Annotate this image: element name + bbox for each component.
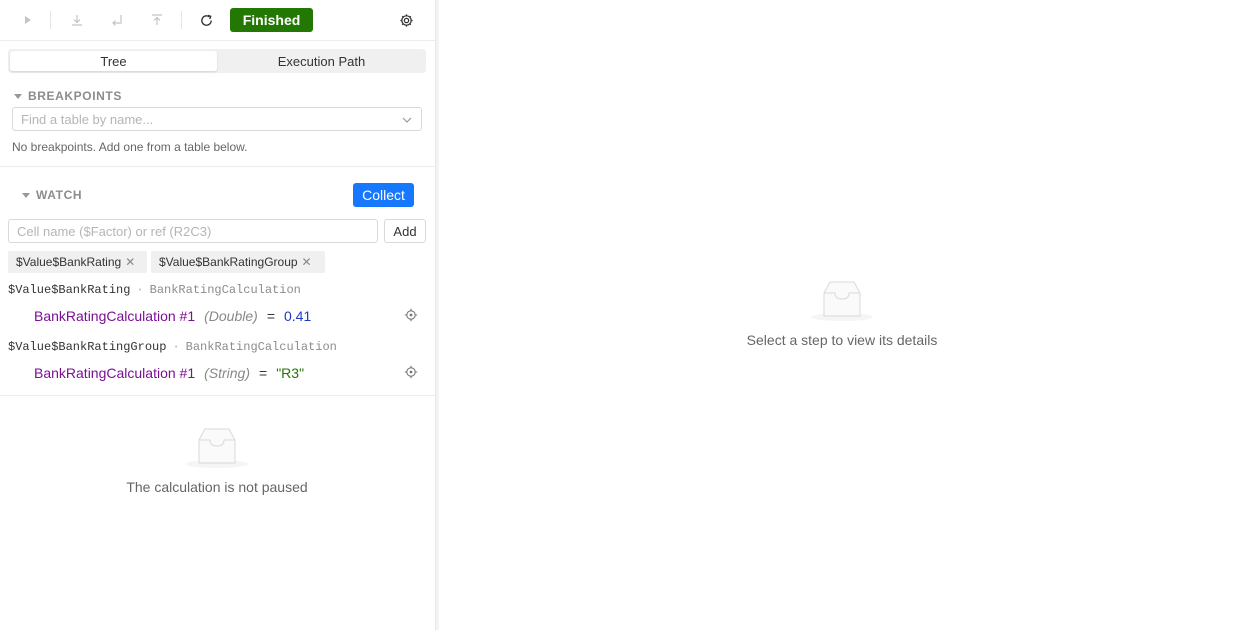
play-icon[interactable] <box>18 10 38 30</box>
details-empty-state: Select a step to view its details <box>712 279 972 348</box>
panel-resizer[interactable] <box>435 0 439 630</box>
watch-header[interactable]: WATCH <box>22 188 82 202</box>
watch-value: "R3" <box>276 365 305 381</box>
chevron-down-icon <box>401 114 413 129</box>
step-out-icon[interactable] <box>147 10 167 30</box>
tab-execution-path[interactable]: Execution Path <box>219 51 424 71</box>
table-search-select[interactable]: Find a table by name... <box>12 107 422 131</box>
watch-title: WATCH <box>36 188 83 202</box>
not-paused-text: The calculation is not paused <box>126 479 308 495</box>
watch-tag-label: $Value$BankRatingGroup <box>159 255 298 269</box>
caret-down-icon <box>14 93 22 99</box>
breakpoints-empty-hint: No breakpoints. Add one from a table bel… <box>12 140 248 154</box>
watch-tag: $Value$BankRatingGroup ✕ <box>151 251 325 273</box>
toolbar-separator <box>181 11 182 29</box>
refresh-icon[interactable] <box>196 10 216 30</box>
watch-item-value-row: BankRatingCalculation #1 (String) = "R3" <box>34 365 304 381</box>
watch-item-value-row: BankRatingCalculation #1 (Double) = 0.41 <box>34 308 311 324</box>
value-type: (Double) <box>204 308 258 324</box>
watch-value: 0.41 <box>284 308 312 324</box>
watch-item-name: $Value$BankRatingGroup · BankRatingCalcula… <box>8 340 337 354</box>
separator-dot: · <box>136 283 144 297</box>
watch-table-name: BankRatingCalculation <box>185 340 337 354</box>
watch-table-name: BankRatingCalculation <box>149 283 301 297</box>
value-type: (String) <box>204 365 251 381</box>
breakpoints-title: BREAKPOINTS <box>28 89 122 103</box>
watch-item-name: $Value$BankRating · BankRatingCalculation <box>8 283 301 297</box>
step-into-icon[interactable] <box>107 10 127 30</box>
collect-button[interactable]: Collect <box>353 183 414 207</box>
details-empty-text: Select a step to view its details <box>746 332 938 348</box>
table-search-placeholder: Find a table by name... <box>21 111 154 127</box>
debugger-panel: Finished Tree Execution Path BREAKPOINTS… <box>0 0 435 630</box>
separator-dot: · <box>172 340 180 354</box>
watch-cell-input[interactable] <box>8 219 378 243</box>
section-divider <box>0 395 435 396</box>
close-icon[interactable]: ✕ <box>302 255 312 269</box>
equals-sign: = <box>266 308 275 324</box>
watch-variable: $Value$BankRatingGroup <box>8 340 167 354</box>
close-icon[interactable]: ✕ <box>125 255 135 269</box>
locate-icon[interactable] <box>404 365 418 379</box>
caret-down-icon <box>22 192 30 198</box>
locate-icon[interactable] <box>404 308 418 322</box>
empty-inbox-icon <box>810 279 874 326</box>
tab-tree[interactable]: Tree <box>10 51 217 71</box>
view-tabs: Tree Execution Path <box>8 49 426 73</box>
status-badge: Finished <box>230 8 313 32</box>
gear-icon[interactable] <box>396 10 416 30</box>
breakpoints-header[interactable]: BREAKPOINTS <box>14 89 122 103</box>
watch-tag: $Value$BankRating ✕ <box>8 251 147 273</box>
not-paused-empty-state: The calculation is not paused <box>87 426 347 495</box>
section-divider <box>0 166 435 167</box>
step-over-icon[interactable] <box>67 10 87 30</box>
debugger-toolbar: Finished <box>0 0 435 41</box>
empty-inbox-icon <box>185 426 249 473</box>
details-panel: Select a step to view its details <box>440 0 1240 630</box>
table-instance-link[interactable]: BankRatingCalculation #1 <box>34 308 195 324</box>
add-watch-button[interactable]: Add <box>384 219 426 243</box>
watch-variable: $Value$BankRating <box>8 283 131 297</box>
equals-sign: = <box>259 365 268 381</box>
toolbar-separator <box>50 11 51 29</box>
table-instance-link[interactable]: BankRatingCalculation #1 <box>34 365 195 381</box>
watch-tag-label: $Value$BankRating <box>16 255 122 269</box>
